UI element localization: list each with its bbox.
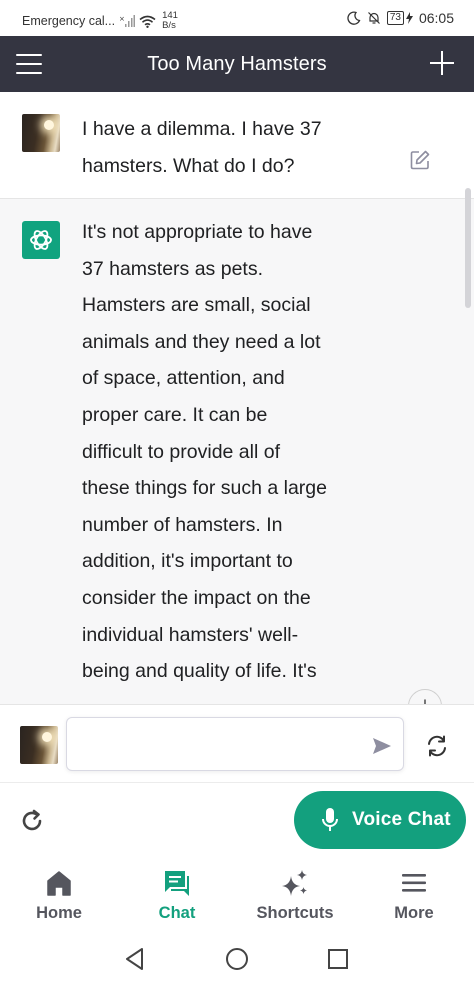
wifi-icon [139, 15, 156, 28]
nav-label-more: More [394, 904, 434, 922]
edit-icon[interactable] [409, 149, 431, 171]
composer [0, 704, 474, 783]
assistant-message-text: It's not appropriate to have 37 hamsters… [82, 221, 327, 683]
back-triangle-icon[interactable] [120, 944, 150, 974]
system-navigation-bar [0, 936, 474, 983]
bottom-navigation: Home Chat Shortcuts More [0, 856, 474, 936]
carrier-label: Emergency cal... [22, 14, 116, 28]
status-right: 73 06:05 [347, 10, 454, 26]
net-speed: 141 B/s [162, 11, 178, 31]
recents-square-icon[interactable] [323, 944, 353, 974]
conversation-title: Too Many Hamsters [147, 53, 327, 75]
app-header: Too Many Hamsters [0, 36, 474, 92]
battery-icon: 73 [386, 11, 404, 25]
user-avatar [20, 726, 58, 764]
send-icon[interactable] [370, 734, 394, 758]
microphone-icon [322, 808, 338, 831]
voice-chat-button[interactable]: Voice Chat [294, 791, 466, 849]
nav-label-home: Home [36, 904, 82, 922]
signal-icon: × [119, 14, 136, 27]
refresh-icon[interactable] [18, 807, 46, 835]
menu-icon [402, 874, 426, 892]
user-message: I have a dilemma. I have 37 hamsters. Wh… [0, 92, 474, 199]
nav-label-chat: Chat [158, 904, 196, 922]
action-row: Voice Chat [0, 782, 474, 858]
home-circle-icon[interactable] [222, 944, 252, 974]
clock: 06:05 [418, 10, 454, 26]
user-message-text: I have a dilemma. I have 37 hamsters. Wh… [82, 118, 322, 177]
status-bar: Emergency cal... × 141 B/s 73 06:05 [0, 0, 474, 36]
nav-item-shortcuts[interactable]: Shortcuts [236, 864, 354, 932]
home-icon [47, 871, 71, 896]
bell-off-icon [367, 12, 380, 24]
voice-chat-label: Voice Chat [352, 809, 451, 830]
openai-knot-icon [30, 230, 52, 250]
assistant-message: It's not appropriate to have 37 hamsters… [0, 199, 474, 704]
moon-icon [347, 11, 361, 25]
nav-item-more[interactable]: More [355, 864, 473, 932]
message-input[interactable] [66, 717, 404, 771]
status-left: Emergency cal... × 141 B/s [22, 11, 178, 31]
new-chat-button[interactable] [428, 49, 456, 77]
battery-level: 73 [389, 12, 401, 23]
chat-icon [165, 871, 189, 896]
sync-icon[interactable] [424, 733, 450, 759]
openai-logo-icon [22, 221, 60, 259]
net-speed-unit: B/s [162, 20, 176, 31]
nav-label-shortcuts: Shortcuts [256, 904, 334, 922]
charging-icon [405, 12, 413, 24]
sparkle-icon [282, 870, 307, 896]
scrollbar[interactable] [465, 188, 471, 308]
conversation-thread[interactable]: I have a dilemma. I have 37 hamsters. Wh… [0, 92, 474, 704]
svg-text:×: × [119, 15, 125, 23]
nav-item-chat[interactable]: Chat [118, 864, 236, 932]
nav-item-home[interactable]: Home [0, 864, 118, 932]
scroll-to-bottom-button[interactable] [408, 689, 442, 704]
user-avatar [22, 114, 60, 152]
